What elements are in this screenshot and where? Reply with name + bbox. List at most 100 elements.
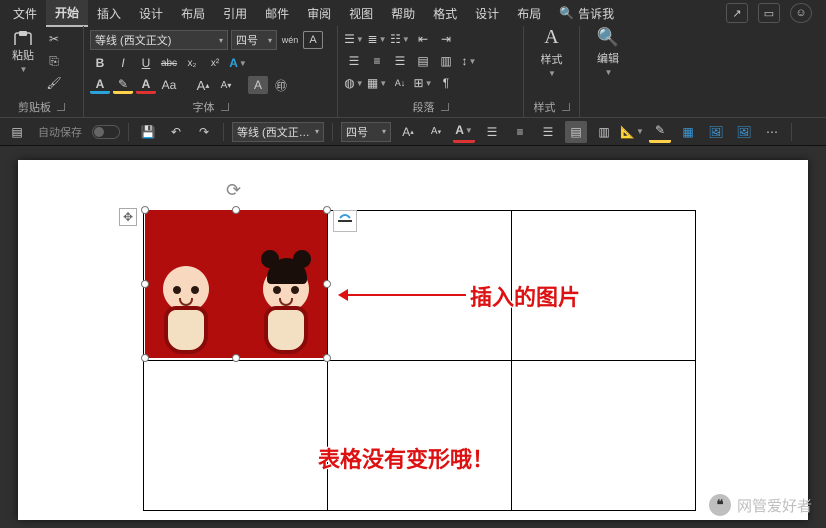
move-anchor-icon[interactable]: ✥ bbox=[119, 208, 137, 226]
qat-align-left[interactable]: ☰ bbox=[481, 121, 503, 143]
table-cell[interactable] bbox=[328, 361, 512, 511]
comments-button[interactable]: ▭ bbox=[758, 3, 780, 23]
strike-button[interactable]: abc bbox=[159, 54, 179, 72]
format-painter-button[interactable]: 🖌 bbox=[44, 74, 64, 92]
char-shading-button[interactable]: A bbox=[248, 76, 268, 94]
inserted-image-selection[interactable]: ⟳ ✥ bbox=[145, 210, 327, 358]
qat-more[interactable]: ⋯ bbox=[761, 121, 783, 143]
font-face-combo[interactable]: 等线 (西文正文)▾ bbox=[90, 30, 228, 50]
multilevel-button[interactable]: ☷▼ bbox=[390, 30, 410, 48]
qat-customize-icon[interactable]: ▤ bbox=[6, 121, 28, 143]
line-spacing-button[interactable]: ↕▼ bbox=[459, 52, 479, 70]
char-border-button[interactable]: A bbox=[303, 31, 323, 49]
copy-button[interactable]: ⎘ bbox=[44, 52, 64, 70]
menu-help[interactable]: 帮助 bbox=[382, 1, 424, 26]
show-marks-button[interactable]: ¶ bbox=[436, 74, 456, 92]
menu-view[interactable]: 视图 bbox=[340, 1, 382, 26]
increase-indent-button[interactable]: ⇥ bbox=[436, 30, 456, 48]
align-center-button[interactable]: ≡ bbox=[367, 52, 387, 70]
resize-handle-icon[interactable] bbox=[323, 354, 331, 362]
page[interactable]: ⟳ ✥ bbox=[18, 160, 808, 520]
resize-handle-icon[interactable] bbox=[141, 206, 149, 214]
qat-picture1[interactable]: 🖼 bbox=[705, 121, 727, 143]
resize-handle-icon[interactable] bbox=[232, 206, 240, 214]
editing-button[interactable]: 🔍 编辑 ▼ bbox=[591, 30, 625, 74]
enclose-char-button[interactable]: ㊞ bbox=[271, 76, 291, 94]
layout-options-button[interactable] bbox=[333, 210, 357, 232]
qat-picture2[interactable]: 🖼 bbox=[733, 121, 755, 143]
menu-mail[interactable]: 邮件 bbox=[256, 1, 298, 26]
inserted-image[interactable] bbox=[145, 210, 327, 358]
subscript-button[interactable]: x₂ bbox=[182, 54, 202, 72]
shrink-font-button[interactable]: A▾ bbox=[216, 76, 236, 94]
resize-handle-icon[interactable] bbox=[141, 280, 149, 288]
menu-layout[interactable]: 布局 bbox=[172, 1, 214, 26]
menu-pic-format[interactable]: 格式 bbox=[424, 1, 466, 26]
borders-button[interactable]: ▦▼ bbox=[367, 74, 387, 92]
save-button[interactable]: 💾 bbox=[137, 121, 159, 143]
resize-handle-icon[interactable] bbox=[232, 354, 240, 362]
dialog-launcher-icon[interactable] bbox=[562, 103, 570, 111]
redo-button[interactable]: ↷ bbox=[193, 121, 215, 143]
dialog-launcher-icon[interactable] bbox=[221, 103, 229, 111]
cut-button[interactable]: ✂ bbox=[44, 30, 64, 48]
qat-shrink-font[interactable]: A▾ bbox=[425, 121, 447, 143]
qat-font-face-combo[interactable]: 等线 (西文正…▾ bbox=[232, 122, 324, 142]
resize-handle-icon[interactable] bbox=[323, 206, 331, 214]
font-size-combo[interactable]: 四号▾ bbox=[231, 30, 277, 50]
qat-highlight[interactable]: ✎ bbox=[649, 121, 671, 143]
rotate-handle-icon[interactable]: ⟳ bbox=[226, 180, 246, 200]
cell-align-button[interactable]: ⊞▼ bbox=[413, 74, 433, 92]
qat-align-justify[interactable]: ▤ bbox=[565, 121, 587, 143]
qat-align-dist[interactable]: ▥ bbox=[593, 121, 615, 143]
menu-file[interactable]: 文件 bbox=[4, 1, 46, 26]
bold-button[interactable]: B bbox=[90, 54, 110, 72]
align-left-button[interactable]: ☰ bbox=[344, 52, 364, 70]
pinyin-guide-button[interactable]: wén bbox=[280, 31, 300, 49]
qat-table[interactable]: ▦ bbox=[677, 121, 699, 143]
qat-font-size-combo[interactable]: 四号▾ bbox=[341, 122, 391, 142]
decrease-indent-button[interactable]: ⇤ bbox=[413, 30, 433, 48]
autosave-toggle[interactable] bbox=[92, 125, 120, 139]
paste-button[interactable]: 粘贴 ▼ bbox=[6, 30, 40, 74]
qat-ruler[interactable]: 📐▼ bbox=[621, 121, 643, 143]
menu-home[interactable]: 开始 bbox=[46, 0, 88, 27]
menu-review[interactable]: 审阅 bbox=[298, 1, 340, 26]
styles-button[interactable]: A 样式 ▼ bbox=[535, 30, 569, 74]
resize-handle-icon[interactable] bbox=[141, 354, 149, 362]
superscript-button[interactable]: x² bbox=[205, 54, 225, 72]
dialog-launcher-icon[interactable] bbox=[441, 103, 449, 111]
text-highlight-a[interactable]: A bbox=[90, 76, 110, 94]
tell-me[interactable]: 🔍 告诉我 bbox=[550, 1, 623, 26]
qat-align-center[interactable]: ≡ bbox=[509, 121, 531, 143]
shading-button[interactable]: ◍▼ bbox=[344, 74, 364, 92]
align-justify-button[interactable]: ▤ bbox=[413, 52, 433, 70]
qat-font-color[interactable]: A▼ bbox=[453, 121, 475, 143]
undo-button[interactable]: ↶ bbox=[165, 121, 187, 143]
dialog-launcher-icon[interactable] bbox=[57, 103, 65, 111]
font-color-button[interactable]: A bbox=[136, 76, 156, 94]
bullets-button[interactable]: ☰▼ bbox=[344, 30, 364, 48]
text-highlight-b[interactable]: ✎ bbox=[113, 76, 133, 94]
menu-insert[interactable]: 插入 bbox=[88, 1, 130, 26]
resize-handle-icon[interactable] bbox=[323, 280, 331, 288]
qat-align-right[interactable]: ☰ bbox=[537, 121, 559, 143]
menu-references[interactable]: 引用 bbox=[214, 1, 256, 26]
change-case-button[interactable]: Aa bbox=[159, 76, 179, 94]
account-button[interactable]: ☺ bbox=[790, 3, 812, 23]
table-cell[interactable] bbox=[144, 361, 328, 511]
menu-design[interactable]: 设计 bbox=[130, 1, 172, 26]
grow-font-button[interactable]: A▴ bbox=[193, 76, 213, 94]
text-effects-button[interactable]: A▼ bbox=[228, 54, 248, 72]
qat-grow-font[interactable]: A▴ bbox=[397, 121, 419, 143]
numbering-button[interactable]: ≣▼ bbox=[367, 30, 387, 48]
align-dist-button[interactable]: ▥ bbox=[436, 52, 456, 70]
menu-table-design[interactable]: 设计 bbox=[466, 1, 508, 26]
sort-button[interactable]: A↓ bbox=[390, 74, 410, 92]
align-right-button[interactable]: ☰ bbox=[390, 52, 410, 70]
italic-button[interactable]: I bbox=[113, 54, 133, 72]
menu-table-layout[interactable]: 布局 bbox=[508, 1, 550, 26]
underline-button[interactable]: U bbox=[136, 54, 156, 72]
share-button[interactable]: ↗ bbox=[726, 3, 748, 23]
table-cell[interactable] bbox=[512, 361, 696, 511]
